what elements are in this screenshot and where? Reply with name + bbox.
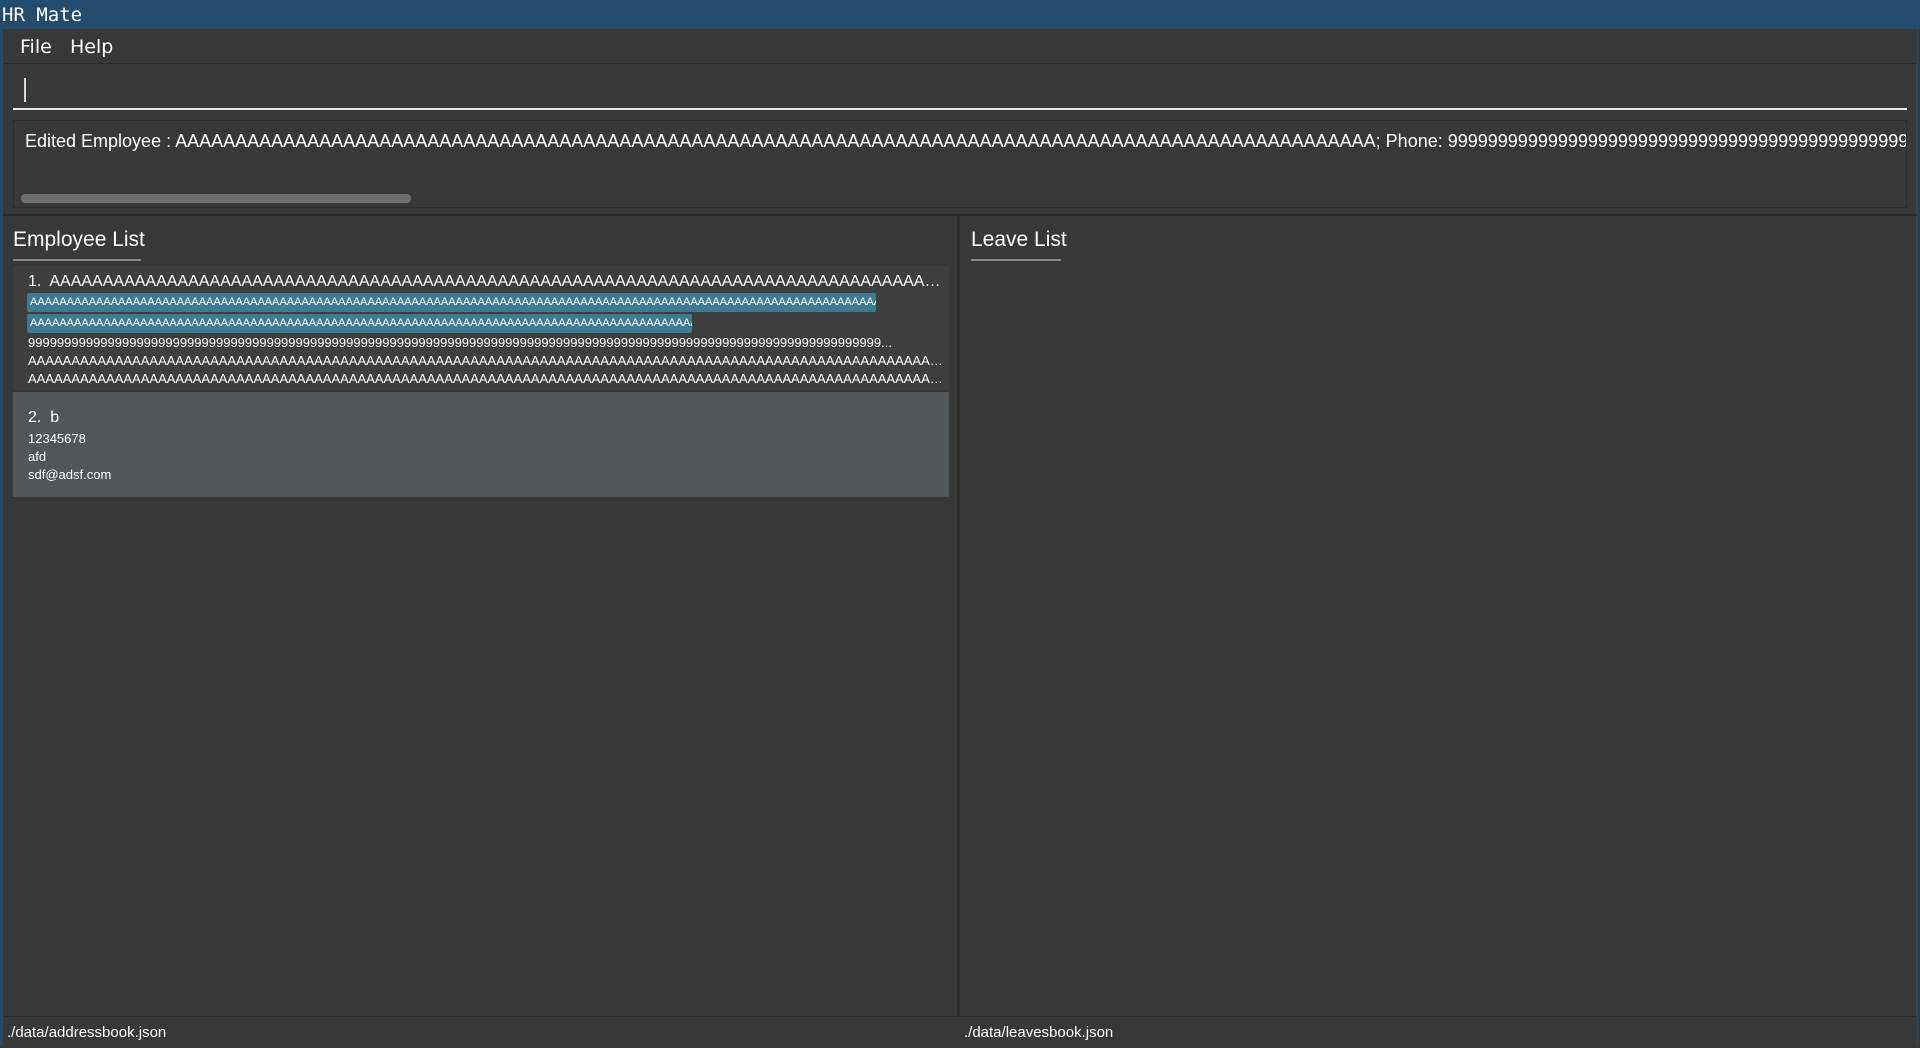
menu-file[interactable]: File (20, 29, 52, 63)
split-pane-divider[interactable] (957, 216, 960, 1016)
employee-card[interactable]: 2. b 12345678 afd sdf@adsf.com (13, 392, 949, 497)
command-input[interactable] (13, 68, 1907, 110)
leave-file-path: ./data/leavesbook.json (964, 1024, 1114, 1041)
employee-email: AAAAAAAAAAAAAAAAAAAAAAAAAAAAAAAAAAAAAAAA… (28, 371, 948, 386)
employee-card[interactable]: 1. AAAAAAAAAAAAAAAAAAAAAAAAAAAAAAAAAAAAA… (13, 266, 949, 390)
employee-name: 2. b (28, 407, 948, 429)
employee-name-text: b (50, 409, 60, 426)
employee-name: 1. AAAAAAAAAAAAAAAAAAAAAAAAAAAAAAAAAAAAA… (28, 271, 948, 293)
employee-list-title: Employee List (13, 228, 145, 251)
leave-list-title-underline (971, 259, 1061, 261)
result-horizontal-scrollbar[interactable] (21, 194, 411, 203)
employee-list-title-underline (13, 259, 141, 261)
employee-file-path: ./data/addressbook.json (7, 1024, 167, 1041)
employee-address: AAAAAAAAAAAAAAAAAAAAAAAAAAAAAAAAAAAAAAAA… (28, 353, 948, 368)
employee-email: sdf@adsf.com (28, 467, 112, 482)
employee-phone: 12345678 (28, 431, 86, 446)
employee-name-text: AAAAAAAAAAAAAAAAAAAAAAAAAAAAAAAAAAAAAAAA… (49, 273, 948, 290)
employee-index: 2. (28, 409, 42, 426)
result-message: Edited Employee : AAAAAAAAAAAAAAAAAAAAAA… (25, 131, 1907, 151)
employee-address: afd (28, 449, 47, 464)
section-divider (3, 214, 1917, 216)
window-title-bar: HR Mate (0, 0, 1920, 29)
menu-bar: File Help (3, 29, 1917, 64)
leave-list-title: Leave List (971, 228, 1067, 251)
window-title: HR Mate (2, 4, 83, 26)
menu-help[interactable]: Help (70, 29, 113, 63)
status-bar: ./data/addressbook.json ./data/leavesboo… (3, 1016, 1917, 1046)
employee-index: 1. (28, 273, 42, 290)
employee-tag: AAAAAAAAAAAAAAAAAAAAAAAAAAAAAAAAAAAAAAAA… (27, 293, 876, 312)
result-display[interactable]: Edited Employee : AAAAAAAAAAAAAAAAAAAAAA… (13, 120, 1907, 208)
text-caret (24, 78, 26, 102)
employee-tag: AAAAAAAAAAAAAAAAAAAAAAAAAAAAAAAAAAAAAAAA… (27, 314, 692, 333)
employee-phone: 9999999999999999999999999999999999999999… (28, 335, 892, 350)
